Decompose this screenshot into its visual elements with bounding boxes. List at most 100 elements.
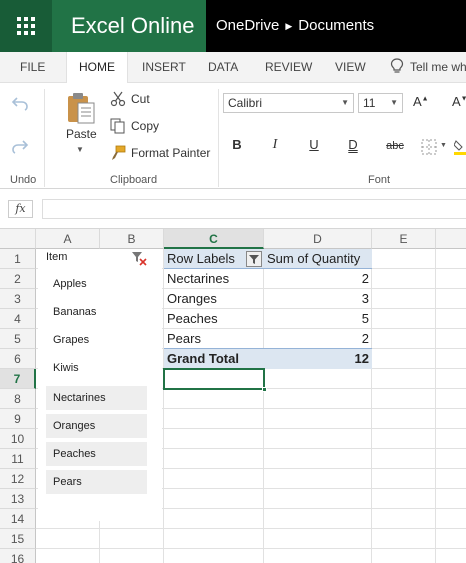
app-launcher-button[interactable]	[0, 0, 52, 52]
pivot-row-label[interactable]: Oranges	[164, 289, 264, 309]
breadcrumb-root[interactable]: OneDrive	[216, 17, 279, 34]
lightbulb-icon	[390, 58, 404, 73]
pivot-row-value[interactable]: 3	[264, 289, 372, 309]
gridline	[36, 528, 466, 529]
paintbrush-icon	[112, 145, 126, 160]
cut-label: Cut	[131, 92, 150, 106]
slicer-item-apples[interactable]: Apples	[46, 272, 147, 296]
formula-bar: fx	[0, 189, 466, 229]
clipboard-group-label: Clipboard	[110, 174, 158, 186]
chevron-down-icon: ▼	[341, 98, 349, 107]
shrink-font-button[interactable]: A▼	[452, 94, 466, 109]
filter-icon[interactable]	[246, 251, 262, 267]
pivot-values-header[interactable]: Sum of Quantity	[264, 249, 372, 269]
pivot-row-label[interactable]: Peaches	[164, 309, 264, 329]
bold-button[interactable]: B	[227, 137, 247, 152]
pivot-row-value[interactable]: 2	[264, 269, 372, 289]
tab-review[interactable]: REVIEW	[253, 52, 324, 83]
row-header-10[interactable]: 10	[0, 429, 36, 449]
row-header-12[interactable]: 12	[0, 469, 36, 489]
active-cell-selection[interactable]	[163, 368, 265, 390]
row-header-14[interactable]: 14	[0, 509, 36, 529]
row-header-13[interactable]: 13	[0, 489, 36, 509]
strikethrough-button[interactable]: abc	[382, 137, 408, 155]
formula-input[interactable]	[42, 199, 466, 219]
font-name-select[interactable]: Calibri ▼	[223, 93, 354, 113]
slicer-item-grapes[interactable]: Grapes	[46, 328, 147, 352]
pivot-row-value[interactable]: 2	[264, 329, 372, 349]
row-header-16[interactable]: 16	[0, 549, 36, 563]
pivot-grand-total-label[interactable]: Grand Total	[164, 349, 264, 369]
font-size-value: 11	[363, 96, 376, 110]
ribbon-divider	[218, 89, 219, 187]
column-header-f[interactable]	[436, 229, 466, 249]
borders-icon[interactable]	[421, 139, 437, 155]
ribbon-tabs: FILE HOME INSERT DATA REVIEW VIEW Tell m…	[0, 52, 466, 84]
grow-font-icon: A▲	[413, 94, 429, 109]
row-header-4[interactable]: 4	[0, 309, 36, 329]
fill-color-icon[interactable]	[454, 139, 466, 155]
font-group-label: Font	[368, 174, 391, 186]
waffle-icon	[17, 17, 35, 35]
fill-handle[interactable]	[262, 387, 267, 392]
tell-me-search[interactable]: Tell me wh	[376, 52, 466, 83]
column-header-b[interactable]: B	[100, 229, 164, 249]
font-size-select[interactable]: 11 ▼	[358, 93, 403, 113]
italic-button[interactable]: I	[265, 137, 285, 153]
paste-button[interactable]: Paste	[66, 127, 97, 141]
column-header-a[interactable]: A	[36, 229, 100, 249]
tell-me-label: Tell me wh	[410, 60, 466, 74]
slicer-title: Item	[46, 251, 68, 263]
chevron-down-icon[interactable]: ▼	[440, 142, 447, 149]
row-header-11[interactable]: 11	[0, 449, 36, 469]
underline-button[interactable]: U	[304, 137, 324, 152]
row-header-6[interactable]: 6	[0, 349, 36, 369]
row-header-3[interactable]: 3	[0, 289, 36, 309]
tab-view[interactable]: VIEW	[323, 52, 378, 83]
pivot-row-value[interactable]: 5	[264, 309, 372, 329]
paste-dropdown-icon[interactable]: ▼	[76, 145, 84, 154]
row-header-7[interactable]: 7	[0, 369, 36, 389]
column-header-e[interactable]: E	[372, 229, 436, 249]
shrink-font-icon: A▼	[452, 94, 466, 109]
copy-button[interactable]: Copy	[110, 118, 159, 134]
app-title[interactable]: Excel Online	[52, 0, 206, 52]
tab-insert[interactable]: INSERT	[130, 52, 198, 83]
row-header-5[interactable]: 5	[0, 329, 36, 349]
pivot-row-label[interactable]: Nectarines	[164, 269, 264, 289]
column-header-c[interactable]: C	[164, 229, 264, 249]
row-header-15[interactable]: 15	[0, 529, 36, 549]
slicer-item-peaches[interactable]: Peaches	[46, 442, 147, 466]
gridline	[36, 548, 466, 549]
breadcrumb-folder[interactable]: Documents	[298, 17, 374, 34]
undo-icon[interactable]	[11, 95, 29, 111]
pivot-row-label[interactable]: Pears	[164, 329, 264, 349]
pivot-grand-total-value[interactable]: 12	[264, 349, 372, 369]
row-header-9[interactable]: 9	[0, 409, 36, 429]
tab-file[interactable]: FILE	[8, 52, 57, 83]
double-underline-button[interactable]: D	[343, 137, 363, 152]
row-header-1[interactable]: 1	[0, 249, 36, 269]
redo-icon[interactable]	[11, 138, 29, 154]
grow-font-button[interactable]: A▲	[413, 94, 429, 109]
row-header-2[interactable]: 2	[0, 269, 36, 289]
ribbon-home: Undo Paste ▼ Cut Copy Format Painter Cli…	[0, 83, 466, 189]
tab-home[interactable]: HOME	[66, 52, 128, 84]
tab-data[interactable]: DATA	[196, 52, 250, 83]
clear-filter-icon[interactable]	[131, 250, 147, 266]
slicer-item-kiwis[interactable]: Kiwis	[46, 356, 147, 380]
undo-group-label: Undo	[10, 174, 37, 186]
slicer-item-nectarines[interactable]: Nectarines	[46, 386, 147, 410]
copy-icon	[110, 118, 125, 134]
slicer-item-bananas[interactable]: Bananas	[46, 300, 147, 324]
column-header-d[interactable]: D	[264, 229, 372, 249]
paste-icon[interactable]	[66, 91, 96, 125]
select-all-corner[interactable]	[0, 229, 36, 249]
slicer-item-oranges[interactable]: Oranges	[46, 414, 147, 438]
format-painter-button[interactable]: Format Painter	[110, 145, 210, 161]
chevron-down-icon: ▼	[390, 98, 398, 107]
insert-function-button[interactable]: fx	[8, 200, 33, 218]
slicer-item-pears[interactable]: Pears	[46, 470, 147, 494]
cut-button[interactable]: Cut	[110, 91, 150, 107]
row-header-8[interactable]: 8	[0, 389, 36, 409]
